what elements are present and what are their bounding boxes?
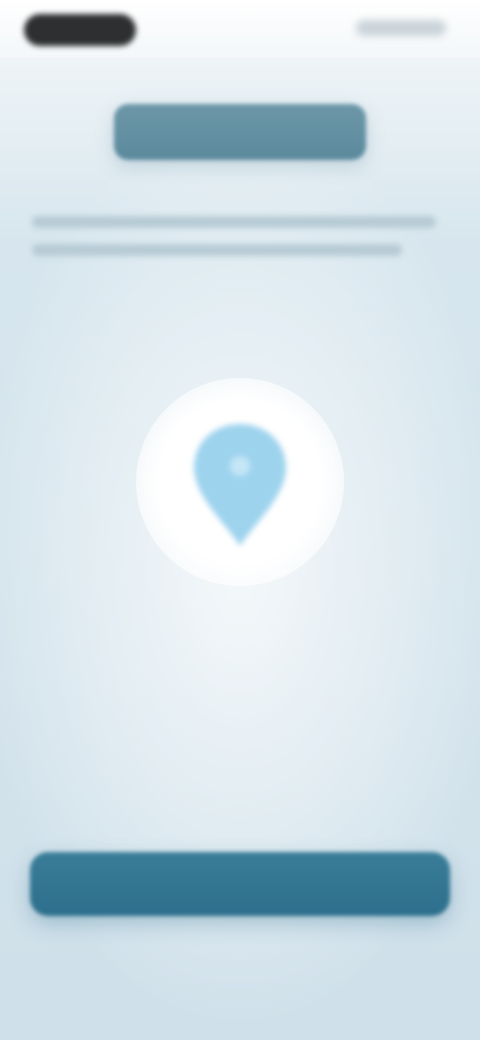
location-pin-icon bbox=[194, 424, 286, 546]
description-line bbox=[32, 244, 402, 256]
description-text-block bbox=[32, 208, 436, 268]
status-system-icons bbox=[356, 20, 446, 36]
status-time-pill bbox=[24, 14, 136, 46]
status-bar bbox=[0, 0, 480, 58]
description-line bbox=[32, 216, 436, 228]
header-title-tab[interactable] bbox=[114, 104, 366, 160]
primary-action-button[interactable] bbox=[30, 852, 450, 916]
